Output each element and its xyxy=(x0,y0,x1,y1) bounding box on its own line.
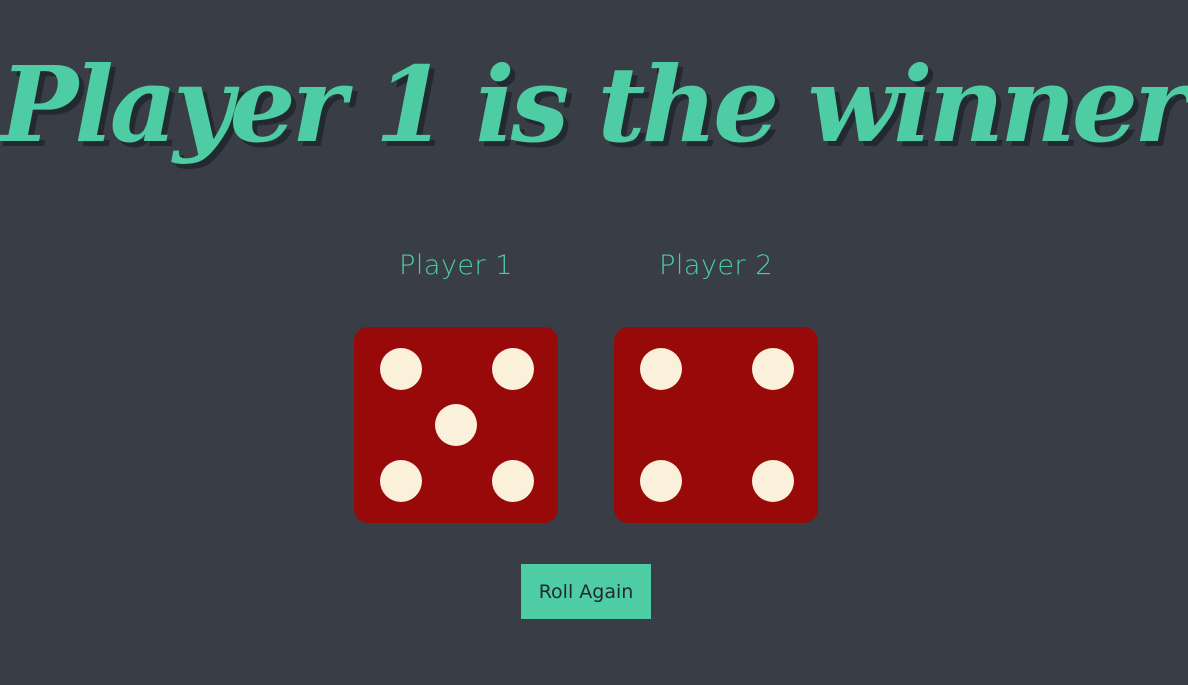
die-pip xyxy=(380,460,422,502)
die-pip xyxy=(435,404,477,446)
die-pip xyxy=(640,460,682,502)
die-pip xyxy=(752,460,794,502)
player-2-label: Player 2 xyxy=(659,250,773,281)
die-pip xyxy=(640,348,682,390)
roll-again-button[interactable]: Roll Again xyxy=(521,564,651,619)
winner-title: Player 1 is the winner! xyxy=(0,43,1188,166)
player-1-label: Player 1 xyxy=(399,250,513,281)
die-pip xyxy=(492,348,534,390)
player-1-die xyxy=(354,327,558,523)
die-pip xyxy=(752,348,794,390)
die-pip xyxy=(492,460,534,502)
player-2-die xyxy=(614,327,818,523)
die-pip xyxy=(380,348,422,390)
